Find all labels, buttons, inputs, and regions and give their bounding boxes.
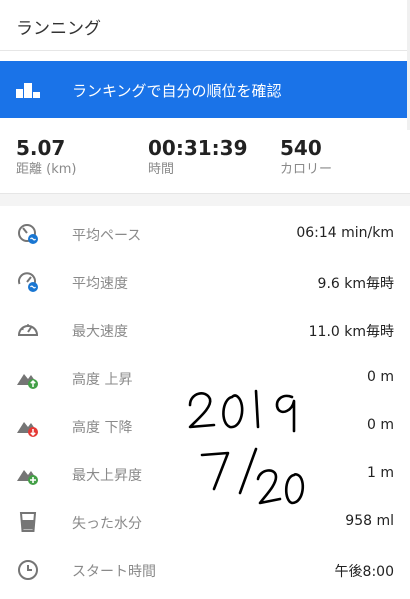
time-value: 00:31:39 bbox=[148, 136, 248, 160]
summary-stats: 5.07 距離 (km) 00:31:39 時間 540 カロリー bbox=[0, 118, 410, 194]
detail-value: 06:14 min/km bbox=[296, 225, 394, 241]
detail-label: 高度 上昇 bbox=[72, 372, 133, 388]
detail-value: 0 m bbox=[367, 369, 394, 385]
detail-value: 958 ml bbox=[345, 513, 394, 529]
detail-value: 11.0 km毎時 bbox=[308, 324, 394, 340]
detail-label: 失った水分 bbox=[72, 516, 142, 532]
detail-value: 0 m bbox=[367, 417, 394, 433]
detail-row-avg-speed: 平均速度 9.6 km毎時 bbox=[0, 258, 410, 306]
detail-row-start-time: スタート時間 午後8:00 bbox=[0, 546, 410, 594]
elevation-loss-icon bbox=[17, 422, 38, 437]
calories-value: 540 bbox=[280, 136, 322, 160]
section-divider bbox=[0, 194, 410, 206]
distance-value: 5.07 bbox=[16, 136, 66, 160]
detail-row-avg-pace: 平均ペース 06:14 min/km bbox=[0, 210, 410, 258]
time-label: 時間 bbox=[148, 162, 175, 177]
ranking-button[interactable]: ランキングで自分の順位を確認 bbox=[0, 61, 407, 118]
detail-value: 1 m bbox=[367, 465, 394, 481]
speedometer-icon bbox=[17, 324, 39, 336]
detail-label: 平均速度 bbox=[72, 276, 128, 292]
calories-stat: 540 カロリー bbox=[280, 136, 332, 179]
pace-gauge-icon bbox=[18, 224, 38, 244]
app-bar: ランニング bbox=[0, 0, 410, 51]
detail-value: 9.6 km毎時 bbox=[317, 276, 394, 292]
time-stat: 00:31:39 時間 bbox=[148, 136, 248, 179]
clock-icon bbox=[18, 560, 38, 580]
podium-icon bbox=[16, 83, 40, 98]
detail-label: 平均ペース bbox=[72, 228, 142, 244]
detail-label: 最大上昇度 bbox=[72, 468, 142, 484]
handwritten-date-annotation bbox=[188, 389, 305, 505]
calories-label: カロリー bbox=[280, 162, 333, 177]
max-elevation-icon bbox=[17, 470, 38, 485]
elevation-gain-icon bbox=[17, 374, 38, 389]
distance-stat: 5.07 距離 (km) bbox=[16, 136, 76, 179]
detail-label: 最大速度 bbox=[72, 324, 128, 340]
ranking-label: ランキングで自分の順位を確認 bbox=[72, 82, 282, 100]
detail-value: 午後8:00 bbox=[334, 564, 394, 580]
detail-row-max-speed: 最大速度 11.0 km毎時 bbox=[0, 306, 410, 354]
distance-label: 距離 (km) bbox=[16, 162, 77, 177]
detail-label: 高度 下降 bbox=[72, 420, 133, 436]
speed-gauge-icon bbox=[18, 272, 38, 292]
detail-label: スタート時間 bbox=[72, 564, 156, 580]
page-title: ランニング bbox=[16, 19, 101, 39]
water-glass-icon bbox=[19, 512, 37, 532]
